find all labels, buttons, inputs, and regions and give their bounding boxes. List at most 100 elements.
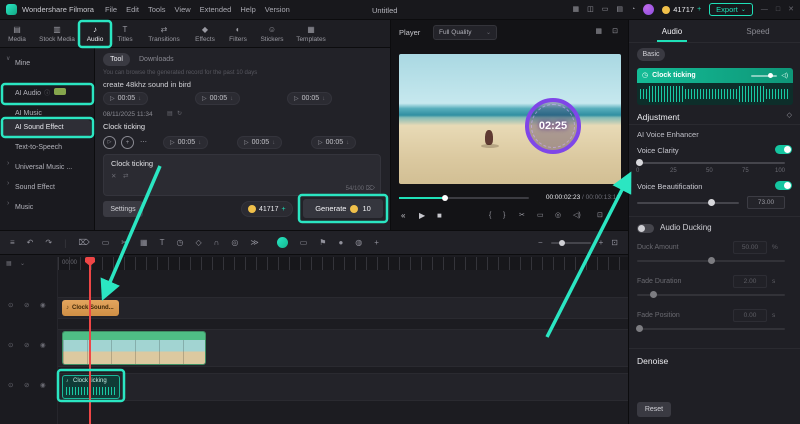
tab-speed-properties[interactable]: Speed	[715, 20, 800, 42]
audio-ducking-toggle[interactable]	[637, 224, 654, 233]
stop-button-icon[interactable]: ■	[437, 212, 442, 220]
magnet-icon[interactable]: ∩	[214, 238, 220, 247]
tab-audio-properties[interactable]: Audio	[629, 20, 715, 42]
track-manager-icon[interactable]: ≡	[10, 238, 15, 247]
menu-extended[interactable]: Extended	[200, 5, 232, 14]
timeline-clip-audio[interactable]: ♪ Clock ticking	[62, 375, 120, 399]
ai-assistant-icon[interactable]	[276, 237, 288, 248]
tab-effects[interactable]: ◆ Effects	[188, 20, 222, 47]
generated-audio-chip[interactable]: ▷ 00:05 ↓	[237, 136, 283, 149]
list-icon[interactable]: ▤	[167, 111, 173, 117]
refresh-icon[interactable]: ↻	[177, 111, 182, 117]
voiceover-mic-icon[interactable]: ◍	[355, 238, 362, 247]
list-icon[interactable]: ▤	[616, 6, 623, 13]
device-icon[interactable]: ◫	[587, 6, 594, 13]
tab-transitions[interactable]: ⇄ Transitions	[140, 20, 188, 47]
export-button[interactable]: Export ⌄	[709, 3, 753, 16]
duck-amount-value[interactable]: 50.00	[733, 241, 767, 254]
coin-balance[interactable]: 41717 +	[662, 5, 701, 14]
sidebar-item-sound-effect[interactable]: › Sound Effect	[3, 180, 91, 196]
eye-icon[interactable]: ◉	[40, 342, 46, 350]
clear-icon[interactable]: ✕	[111, 173, 116, 181]
generated-audio-chip[interactable]: ▷ 00:05 ↓	[195, 92, 241, 105]
record-icon[interactable]: ●	[338, 238, 343, 247]
fade-position-value[interactable]: 0.00	[733, 309, 767, 322]
mute-icon[interactable]: ⊘	[24, 342, 29, 350]
fullscreen-icon[interactable]: ⊡	[612, 28, 618, 35]
more-tools-icon[interactable]: ≫	[250, 238, 258, 247]
chevron-down-icon[interactable]: ⌄	[20, 261, 25, 267]
playhead-line[interactable]	[89, 257, 91, 424]
crop-icon[interactable]: ▭	[102, 238, 110, 247]
zoom-out-icon[interactable]: −	[538, 238, 543, 247]
menu-tools[interactable]: Tools	[148, 5, 166, 14]
generate-button[interactable]: Generate 10	[303, 199, 383, 218]
mute-icon[interactable]: ⊘	[24, 382, 29, 390]
menu-view[interactable]: View	[175, 5, 191, 14]
more-icon[interactable]: ⋯	[140, 139, 147, 146]
notification-bell-icon[interactable]: ◔	[631, 6, 635, 13]
grid-icon[interactable]: ▦	[140, 238, 148, 247]
tab-filters[interactable]: ◐ Filters	[222, 20, 254, 47]
coin-cost-chip[interactable]: 41717 +	[241, 201, 293, 217]
avatar[interactable]	[643, 4, 655, 15]
menu-version[interactable]: Version	[265, 5, 290, 14]
eye-icon[interactable]: ◉	[40, 382, 46, 390]
grid-view-icon[interactable]: ▦	[595, 28, 602, 35]
sidebar-item-ai-sound-effect[interactable]: AI Sound Effect	[3, 120, 91, 136]
close-icon[interactable]: ✕	[788, 6, 794, 13]
mark-out-icon[interactable]: }	[503, 212, 505, 219]
voice-beautification-value[interactable]: 73.00	[747, 196, 785, 209]
settings-button[interactable]: Settings	[103, 201, 143, 217]
tab-templates[interactable]: ▦ Templates	[290, 20, 332, 47]
menu-file[interactable]: File	[105, 5, 117, 14]
voice-beautification-slider[interactable]	[637, 199, 739, 206]
tab-tool[interactable]: Tool	[103, 53, 130, 66]
speed-icon[interactable]: ◷	[176, 238, 183, 247]
prompt-input[interactable]: Clock ticking ✕ ⇄ 54/100 ⌦	[103, 154, 381, 196]
lock-icon[interactable]: ⊙	[8, 302, 13, 310]
lock-icon[interactable]: ⊙	[8, 342, 13, 350]
fade-duration-slider[interactable]	[637, 291, 785, 298]
volume-icon[interactable]: ◁)	[573, 212, 581, 219]
grid-icon[interactable]: ▦	[6, 261, 12, 267]
maximize-icon[interactable]: □	[776, 6, 780, 13]
minimize-icon[interactable]: —	[761, 6, 768, 13]
split-icon[interactable]: ✂	[519, 212, 525, 219]
fade-position-slider[interactable]	[636, 325, 785, 332]
reset-button[interactable]: Reset	[637, 402, 671, 417]
timeline-zoom-slider[interactable]	[550, 239, 591, 246]
menu-edit[interactable]: Edit	[126, 5, 139, 14]
basic-chip[interactable]: Basic	[637, 48, 665, 61]
tab-media[interactable]: ▤ Media	[0, 20, 34, 47]
play-record-button[interactable]: ▷	[103, 136, 116, 149]
duck-amount-slider[interactable]	[637, 257, 785, 264]
tab-downloads[interactable]: Downloads	[139, 56, 174, 63]
generated-audio-chip[interactable]: ▷ 00:05 ↓	[103, 92, 149, 105]
redo-icon[interactable]: ↷	[45, 238, 52, 247]
mark-in-icon[interactable]: {	[489, 212, 491, 219]
snapshot-icon[interactable]: ◎	[555, 212, 561, 219]
seek-handle[interactable]	[441, 195, 448, 201]
quality-dropdown[interactable]: Full Quality ⌄	[433, 25, 497, 40]
play-button-icon[interactable]: ▶	[419, 212, 425, 220]
sidebar-item-music[interactable]: › Music	[3, 200, 91, 216]
zoom-in-icon[interactable]: +	[599, 238, 604, 247]
tab-stock-media[interactable]: ▥ Stock Media	[34, 20, 80, 47]
workspace-icon[interactable]: ▦	[572, 6, 579, 13]
lock-icon[interactable]: ⊙	[8, 382, 13, 390]
marker-icon[interactable]: ⚑	[319, 238, 326, 247]
sidebar-item-mine[interactable]: ∨ Mine	[3, 56, 91, 72]
text-tool-icon[interactable]: T	[160, 238, 165, 247]
trash-icon[interactable]: ⌦	[366, 185, 375, 193]
audio-clip-card[interactable]: ◷ Clock ticking ◁)	[637, 68, 793, 105]
add-marker-icon[interactable]: +	[374, 238, 379, 247]
mask-icon[interactable]: ▭	[300, 238, 308, 247]
voice-beautification-toggle[interactable]	[775, 181, 792, 190]
voice-clarity-toggle[interactable]	[775, 145, 792, 154]
sidebar-item-universal-music[interactable]: › Universal Music ...	[3, 160, 91, 176]
fit-timeline-icon[interactable]: ⊡	[611, 238, 618, 247]
expand-player-icon[interactable]: ⊡	[597, 212, 603, 219]
menu-help[interactable]: Help	[240, 5, 255, 14]
tab-audio[interactable]: ♪ Audio	[80, 20, 110, 47]
